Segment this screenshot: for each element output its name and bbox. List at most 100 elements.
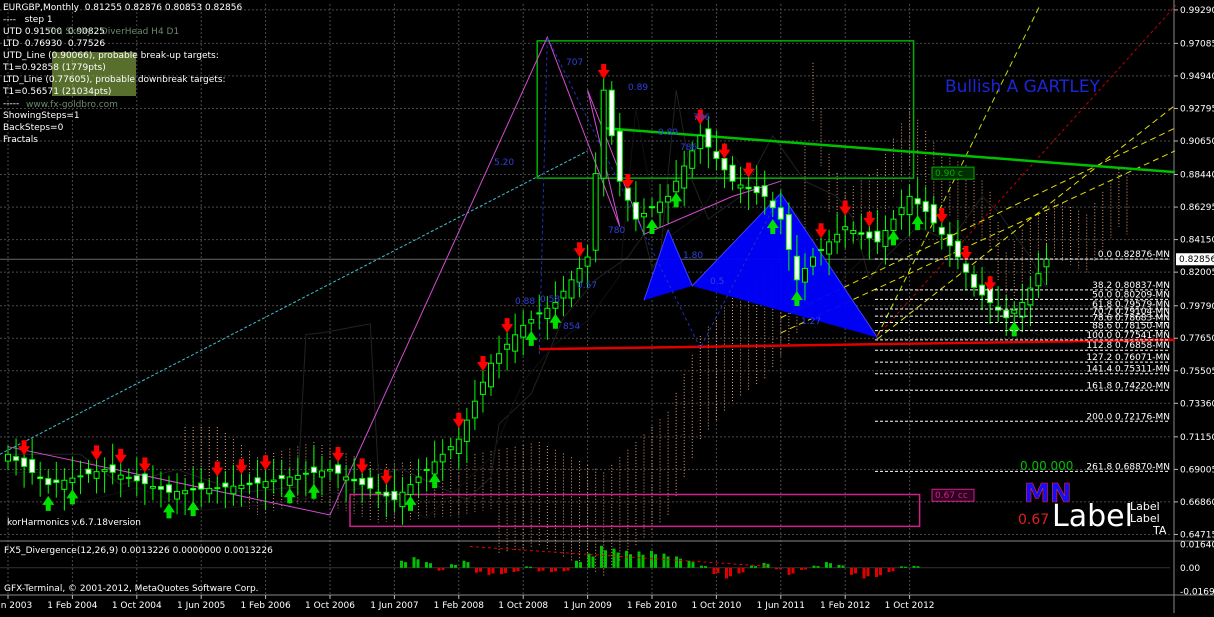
osc-bar: [479, 567, 482, 572]
osc-bar: [666, 556, 670, 568]
osc-bar: [579, 562, 582, 568]
osc-bar: [504, 567, 507, 573]
y-tick-label: 0.92795: [1180, 104, 1214, 114]
osc-bar: [650, 550, 653, 568]
osc-bar: [641, 554, 645, 568]
candle-body: [439, 453, 446, 463]
osc-bar: [525, 566, 528, 568]
candle-body: [206, 487, 213, 495]
ratio-label: 786: [693, 113, 710, 123]
candle-body: [753, 186, 760, 194]
x-tick-label: 1 Jun 2005: [177, 601, 225, 611]
candle-body: [125, 476, 132, 479]
osc-bar: [700, 565, 703, 568]
osc-bar: [550, 567, 553, 573]
fib-label-261.8: 261.8 0.68870-MN: [1086, 462, 1170, 472]
fractals-label: Fractals: [3, 135, 38, 145]
candle-body: [906, 195, 913, 216]
showing-steps: ShowingSteps=1: [3, 111, 80, 121]
candle-body: [737, 184, 744, 189]
osc-bar: [816, 566, 820, 568]
fib-label-161.8: 161.8 0.74220-MN: [1086, 381, 1170, 391]
fib-label-38.2: 38.2 0.80837-MN: [1092, 281, 1170, 291]
candle-body: [697, 135, 704, 150]
candle-body: [922, 201, 929, 213]
candle-body: [1027, 287, 1034, 306]
candle-body: [584, 256, 591, 267]
ratio-label: 1.80: [683, 251, 703, 261]
candle-body: [431, 461, 438, 475]
candle-body: [818, 248, 825, 251]
candle-body: [938, 226, 945, 235]
fib-label-127.2: 127.2 0.76071-MN: [1086, 353, 1170, 363]
osc-bar: [875, 567, 878, 577]
osc-y-label: -0.01690: [1180, 588, 1214, 598]
osc-bar: [491, 567, 495, 574]
price-chart: 0.90 c 0.67 cc 0.0 0.82876-MN 38.2 0.80837…: [0, 0, 1214, 613]
osc-bar: [775, 567, 778, 570]
osc-bar: [766, 563, 770, 568]
symbol-header: EURGBP,Monthly 0.81255 0.82876 0.80853 0…: [3, 3, 243, 13]
candle-body: [649, 206, 655, 209]
x-tick-label: 1 Feb 2012: [820, 601, 870, 611]
osc-bar: [487, 567, 491, 575]
osc-bar: [850, 567, 853, 575]
fib-label-0.0: 0.0 0.82876-MN: [1098, 250, 1170, 260]
candle-body: [810, 256, 816, 267]
candle-body: [1011, 309, 1018, 314]
candle-body: [423, 468, 430, 471]
y-tick-label: 0.90650: [1180, 137, 1214, 147]
osc-bar: [779, 567, 782, 569]
osc-bar: [654, 554, 657, 568]
osc-bar: [425, 562, 428, 568]
candle-body: [157, 486, 164, 490]
candle-body: [5, 453, 11, 462]
y-tick-label: 0.79790: [1180, 302, 1214, 312]
candle-body: [109, 464, 116, 473]
osc-bar: [837, 564, 841, 568]
faint-site: www.fx-goldbro.com: [26, 100, 118, 110]
candle-body: [327, 468, 333, 472]
osc-title: FX5_Divergence(12,26,9) 0.0013226 0.0000…: [4, 546, 273, 556]
osc-bar: [704, 566, 707, 568]
candle-body: [785, 214, 792, 250]
candle-body: [665, 195, 672, 203]
candle-body: [69, 477, 76, 484]
candle-body: [375, 491, 382, 494]
green-box-tag-text: 0.90 c: [935, 169, 963, 179]
candle-body: [673, 180, 680, 193]
osc-bar: [787, 567, 791, 575]
ratio-label: 0.89: [628, 83, 648, 93]
candle-body: [608, 89, 615, 137]
candle-body: [343, 476, 350, 481]
green-value-label: 0.00 000: [1020, 459, 1073, 473]
osc-bar: [400, 560, 403, 568]
candle-body: [769, 200, 776, 209]
y-tick-label: 0.77650: [1180, 334, 1214, 344]
candle-body: [616, 130, 623, 182]
fib-label-50.0: 50.0 0.80209-MN: [1092, 290, 1170, 300]
candle-body: [874, 230, 881, 243]
candle-body: [286, 476, 293, 486]
osc-bar: [725, 567, 728, 579]
candle-body: [190, 487, 197, 491]
faint-caption: Tim Skelly - DiverHead H4 D1: [46, 27, 180, 37]
y-tick-label: 0.86295: [1180, 203, 1214, 213]
osc-bar: [591, 556, 595, 568]
candle-body: [359, 478, 366, 486]
osc-bar: [554, 567, 557, 572]
osc-bar: [737, 567, 741, 574]
version-label: korHarmonics v.6.7.18version: [7, 518, 141, 528]
candle-body: [640, 212, 647, 218]
candle-body: [318, 470, 325, 478]
osc-bar: [612, 548, 616, 568]
osc-bar: [516, 567, 520, 572]
osc-bar: [829, 563, 832, 568]
candle-body: [13, 456, 20, 461]
ltd-values: LTD 0.76930 0.77526: [3, 39, 106, 49]
osc-bar: [454, 564, 457, 568]
osc-bar: [404, 562, 407, 568]
y-tick-label: 0.94940: [1180, 72, 1214, 82]
osc-bar: [812, 565, 816, 568]
candle-body: [399, 491, 406, 508]
